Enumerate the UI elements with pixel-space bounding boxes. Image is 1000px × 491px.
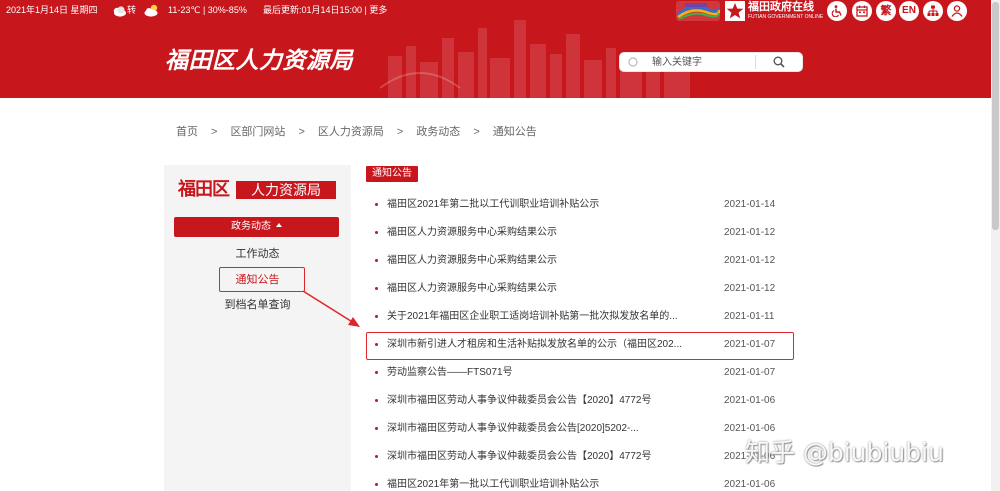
last-updated-text: 最后更新:01月14日15:00 | <box>263 5 370 15</box>
list-item-title[interactable]: 劳动监察公告——FTS071号 <box>387 367 513 379</box>
festival-logo[interactable] <box>676 1 720 21</box>
list-item-date: 2021-01-12 <box>724 227 776 238</box>
breadcrumb-home[interactable]: 首页 <box>176 126 198 138</box>
list-item-title[interactable]: 深圳市福田区劳动人事争议仲裁委员会公告【2020】4772号 <box>387 395 652 407</box>
breadcrumb: 首页 > 区部门网站 > 区人力资源局 > 政务动态 > 通知公告 <box>176 125 537 139</box>
bullet-icon <box>375 259 378 262</box>
list-item-title[interactable]: 深圳市福田区劳动人事争议仲裁委员会公告[2020]5202-... <box>387 423 639 435</box>
sidebar-section-label: 政务动态 <box>231 221 271 232</box>
list-item-title[interactable]: 福田区人力资源服务中心采购结果公示 <box>387 255 557 267</box>
list-item-date: 2021-01-12 <box>724 283 776 294</box>
list-item[interactable]: 福田区2021年第二批以工代训职业培训补贴公示 2021-01-14 <box>366 199 796 211</box>
list-item-date: 2021-01-06 <box>724 423 776 434</box>
breadcrumb-separator: > <box>298 126 305 138</box>
watermark: 知乎 @biubiubiu <box>745 438 944 467</box>
bullet-icon <box>375 399 378 402</box>
list-item-date: 2021-01-14 <box>724 199 776 210</box>
search-scope-icon <box>628 57 638 67</box>
list-item-title[interactable]: 福田区2021年第一批以工代训职业培训补贴公示 <box>387 479 599 491</box>
bullet-icon <box>375 371 378 374</box>
bullet-icon <box>375 231 378 234</box>
list-item[interactable]: 深圳市福田区劳动人事争议仲裁委员会公告【2020】4772号 2021-01-06 <box>366 395 796 407</box>
annotation-box-sidebar <box>219 267 305 292</box>
breadcrumb-separator: > <box>396 126 404 138</box>
bullet-icon <box>375 455 378 458</box>
list-item-title[interactable]: 深圳市福田区劳动人事争议仲裁委员会公告【2020】4772号 <box>387 451 652 463</box>
list-item-date: 2021-01-07 <box>724 367 776 378</box>
breadcrumb-hr-bureau[interactable]: 区人力资源局 <box>318 126 384 138</box>
section-tag: 通知公告 <box>366 166 418 182</box>
cloudy-icon <box>113 6 126 17</box>
breadcrumb-department-sites[interactable]: 区部门网站 <box>230 126 285 138</box>
brand-name[interactable]: 福田政府在线 <box>748 1 814 14</box>
english-button[interactable]: EN <box>899 1 919 21</box>
breadcrumb-government-news[interactable]: 政务动态 <box>416 126 460 138</box>
sidebar-section-toggle[interactable]: 政务动态 <box>174 217 339 237</box>
list-item-date: 2021-01-06 <box>724 395 776 406</box>
search-box <box>619 52 803 72</box>
page-scrollbar[interactable] <box>991 0 1000 491</box>
bullet-icon <box>375 203 378 206</box>
sidebar-logo-district: 福田区 <box>178 179 230 199</box>
list-item[interactable]: 深圳市福田区劳动人事争议仲裁委员会公告【2020】4772号 2021-01-06 <box>366 451 796 463</box>
list-item-title[interactable]: 福田区2021年第二批以工代训职业培训补贴公示 <box>387 199 599 211</box>
list-item-title[interactable]: 关于2021年福田区企业职工适岗培训补贴第一批次拟发放名单的... <box>387 311 678 323</box>
calendar-button[interactable] <box>852 1 872 21</box>
bullet-icon <box>375 427 378 430</box>
breadcrumb-notices[interactable]: 通知公告 <box>493 126 537 138</box>
sidebar-item-work-news[interactable]: 工作动态 <box>164 247 351 261</box>
site-title: 福田区人力资源局 <box>165 47 353 73</box>
site-header: 2021年1月14日 星期四 转 11-23℃ | 30%-85% 最后更新:0… <box>0 0 1000 98</box>
accessibility-button[interactable] <box>827 1 847 21</box>
last-updated: 最后更新:01月14日15:00 | 更多 <box>263 5 387 16</box>
sitemap-button[interactable] <box>923 1 943 21</box>
search-input[interactable] <box>652 55 756 69</box>
sidebar-logo-bureau: 人力资源局 <box>236 181 336 199</box>
annotation-box-row <box>366 332 794 360</box>
partly-sunny-icon <box>144 4 158 17</box>
list-item[interactable]: 深圳市福田区劳动人事争议仲裁委员会公告[2020]5202-... 2021-01… <box>366 423 796 435</box>
list-item-date: 2021-01-11 <box>724 311 775 322</box>
bullet-icon <box>375 287 378 290</box>
list-item[interactable]: 关于2021年福田区企业职工适岗培训补贴第一批次拟发放名单的... 2021-01… <box>366 311 796 323</box>
list-item[interactable]: 福田区人力资源服务中心采购结果公示 2021-01-12 <box>366 283 796 295</box>
weather-text: 11-23℃ | 30%-85% <box>168 5 247 15</box>
more-link[interactable]: 更多 <box>369 5 387 15</box>
sitemap-icon <box>927 5 939 16</box>
user-icon <box>951 5 963 17</box>
traditional-chinese-button[interactable]: 繁 <box>876 1 896 21</box>
list-item[interactable]: 劳动监察公告——FTS071号 2021-01-07 <box>366 367 796 379</box>
list-item-date: 2021-01-06 <box>724 479 776 490</box>
search-button[interactable] <box>756 53 802 71</box>
government-star-icon[interactable] <box>725 1 745 21</box>
list-item[interactable]: 福田区人力资源服务中心采购结果公示 2021-01-12 <box>366 255 796 267</box>
breadcrumb-separator: > <box>473 126 480 138</box>
list-item-title[interactable]: 福田区人力资源服务中心采购结果公示 <box>387 227 557 239</box>
search-icon <box>773 56 785 68</box>
weather-change-text: 转 <box>127 5 137 15</box>
current-date: 2021年1月14日 星期四 <box>6 5 98 15</box>
bullet-icon <box>375 483 378 486</box>
annotation-arrow-icon <box>302 290 360 327</box>
list-item[interactable]: 福田区人力资源服务中心采购结果公示 2021-01-12 <box>366 227 796 239</box>
caret-up-icon <box>276 223 282 227</box>
brand-name-en: FUTIAN GOVERNMENT ONLINE <box>748 14 824 20</box>
calendar-icon <box>856 5 868 17</box>
bullet-icon <box>375 315 378 318</box>
user-button[interactable] <box>947 1 967 21</box>
list-item-date: 2021-01-12 <box>724 255 776 266</box>
list-item[interactable]: 福田区2021年第一批以工代训职业培训补贴公示 2021-01-06 <box>366 479 796 491</box>
breadcrumb-separator: > <box>211 126 218 138</box>
list-item-title[interactable]: 福田区人力资源服务中心采购结果公示 <box>387 283 557 295</box>
scrollbar-thumb[interactable] <box>992 2 999 230</box>
accessibility-icon <box>831 5 842 17</box>
